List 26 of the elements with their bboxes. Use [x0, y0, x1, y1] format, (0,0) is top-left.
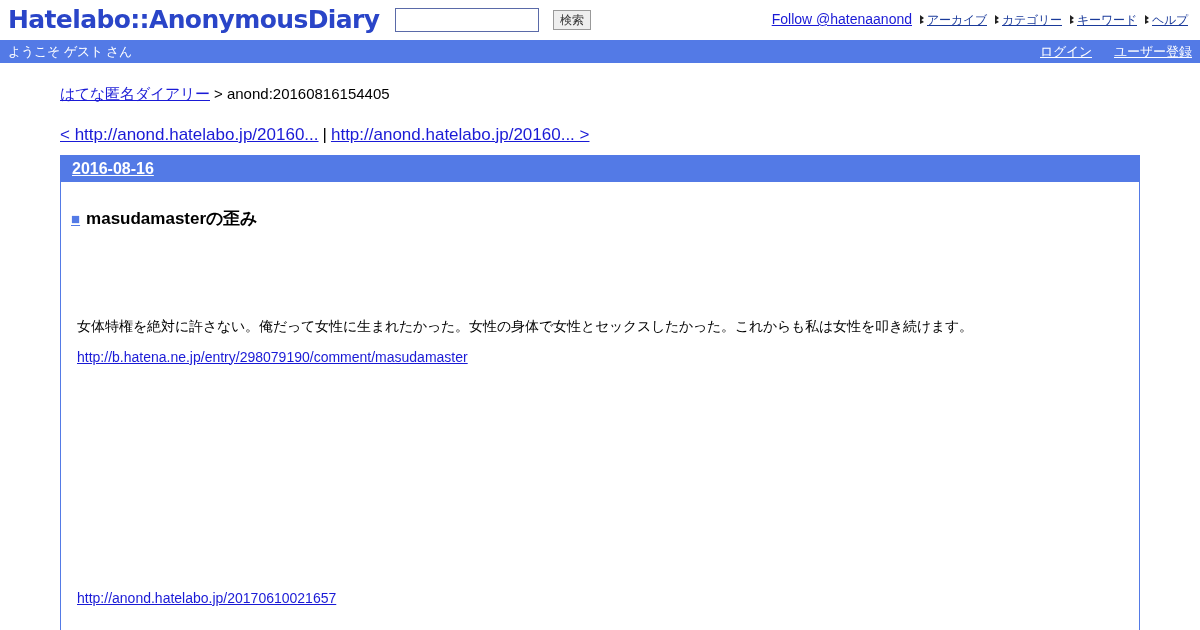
search-button[interactable]: 検索 [553, 10, 592, 30]
bullet-icon [920, 15, 925, 24]
site-logo[interactable]: Hatelabo::AnonymousDiary [8, 1, 380, 39]
entry-body: 女体特権を絶対に許さない。俺だって女性に生まれたかった。女性の身体で女性とセックスしたかった。これからも私は女性を叩き続けます。 [76, 316, 974, 336]
date-link[interactable]: 2016-08-16 [72, 157, 154, 181]
breadcrumb-link[interactable]: はてな匿名ダイアリー [60, 83, 210, 106]
welcome-text: ようこそ ゲスト さん [8, 42, 133, 61]
entry-title: masudamasterの歪み [86, 208, 258, 230]
bullet-icon [1070, 15, 1075, 24]
bullet-icon [995, 15, 1000, 24]
nav-link[interactable]: キーワード [1077, 10, 1137, 29]
nav-link[interactable]: ヘルプ [1152, 10, 1188, 29]
previous-entry-link[interactable]: < http://anond.hatelabo.jp/20160... [60, 121, 319, 147]
next-entry-link[interactable]: http://anond.hatelabo.jp/20160... > [330, 121, 590, 147]
bullet-icon [1145, 15, 1150, 24]
account-link[interactable]: ログイン [1040, 41, 1092, 62]
search-field[interactable] [395, 8, 540, 32]
entry-link[interactable]: http://b.hatena.ne.jp/entry/298079190/comment/masudamaster [77, 346, 468, 368]
breadcrumb-current: > anond:20160816154405 [214, 84, 390, 104]
nav-link[interactable]: カテゴリー [1002, 10, 1062, 29]
reference-link[interactable]: http://anond.hatelabo.jp/20170610021657 [77, 587, 337, 609]
separator: | [322, 123, 327, 146]
nav-link[interactable]: アーカイブ [927, 10, 987, 29]
account-link[interactable]: ユーザー登録 [1114, 41, 1192, 62]
follow-link[interactable]: Follow @hatenaanond [771, 9, 912, 30]
permalink-marker[interactable]: ■ [71, 207, 81, 230]
